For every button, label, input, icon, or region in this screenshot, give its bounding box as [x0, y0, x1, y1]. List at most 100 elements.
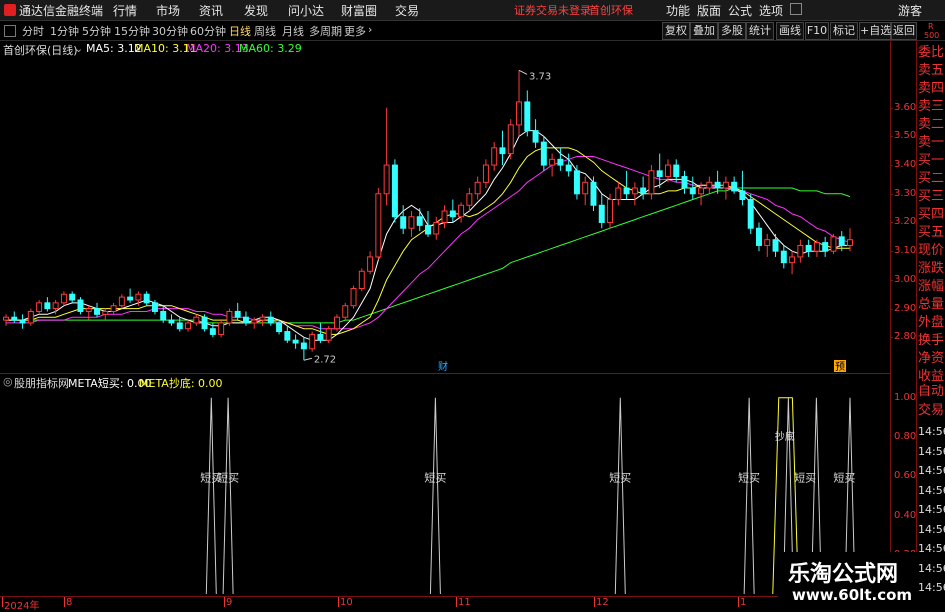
menu-function[interactable]: 功能: [666, 2, 690, 19]
menu-discover[interactable]: 发现: [244, 2, 268, 19]
candle[interactable]: [648, 165, 655, 200]
candle[interactable]: [780, 245, 787, 269]
candle[interactable]: [350, 285, 357, 309]
candle[interactable]: [524, 90, 531, 137]
candle[interactable]: [805, 239, 812, 257]
candle[interactable]: [60, 291, 67, 306]
menu-quote[interactable]: 行情: [113, 2, 137, 19]
candle[interactable]: [813, 239, 820, 257]
candle[interactable]: [482, 159, 489, 189]
tab-monthly[interactable]: 月线: [282, 23, 304, 39]
candle[interactable]: [466, 188, 473, 211]
multi-stock-button[interactable]: 多股: [718, 22, 746, 40]
candle[interactable]: [383, 107, 390, 206]
candle[interactable]: [300, 337, 307, 361]
price-chart[interactable]: 3.73 2.72 财 预: [0, 56, 890, 372]
indicator-chart[interactable]: 短买短买 短买 短买 短买 短买 短买抄底: [0, 388, 890, 596]
tab-more[interactable]: 更多: [344, 23, 366, 39]
candle[interactable]: [640, 176, 647, 200]
candle[interactable]: [193, 314, 200, 326]
tab-5min[interactable]: 5分钟: [82, 23, 111, 39]
candle[interactable]: [391, 159, 398, 223]
tab-intraday[interactable]: 分时: [22, 23, 44, 39]
candle[interactable]: [582, 176, 589, 206]
candle[interactable]: [408, 211, 415, 237]
candle[interactable]: [507, 119, 514, 160]
candle[interactable]: [267, 311, 274, 326]
candle[interactable]: [706, 176, 713, 194]
candle[interactable]: [615, 182, 622, 206]
candle[interactable]: [847, 228, 853, 252]
candle[interactable]: [358, 268, 365, 292]
candle[interactable]: [251, 317, 258, 329]
candle[interactable]: [69, 291, 76, 303]
candle[interactable]: [549, 153, 556, 177]
candle[interactable]: [590, 176, 597, 211]
candle[interactable]: [333, 314, 340, 332]
candle[interactable]: [168, 314, 175, 326]
candle[interactable]: [292, 334, 299, 349]
candle[interactable]: [284, 325, 291, 344]
candle[interactable]: [127, 288, 134, 303]
candle[interactable]: [234, 302, 241, 321]
candle[interactable]: [36, 299, 43, 315]
stats-button[interactable]: 统计: [746, 22, 774, 40]
menu-trade[interactable]: 交易: [395, 2, 419, 19]
candle[interactable]: [218, 320, 225, 338]
candle[interactable]: [540, 136, 547, 171]
candle[interactable]: [102, 308, 109, 321]
candle[interactable]: [491, 142, 498, 171]
add-watchlist-button[interactable]: +自选: [859, 22, 891, 40]
candle[interactable]: [714, 170, 721, 194]
candle[interactable]: [425, 211, 431, 237]
candle[interactable]: [731, 176, 738, 194]
candle[interactable]: [631, 182, 638, 206]
candle[interactable]: [118, 294, 125, 309]
candle[interactable]: [681, 170, 688, 194]
candle[interactable]: [755, 222, 762, 252]
candle[interactable]: [516, 70, 523, 137]
candle[interactable]: [325, 325, 332, 344]
back-button[interactable]: 返回: [891, 22, 917, 40]
candle[interactable]: [449, 199, 456, 223]
candle[interactable]: [94, 302, 101, 318]
candle[interactable]: [309, 331, 316, 352]
candle[interactable]: [656, 153, 663, 189]
candle[interactable]: [764, 233, 771, 257]
candle[interactable]: [598, 193, 605, 229]
candle[interactable]: [226, 308, 233, 326]
menu-formula[interactable]: 公式: [728, 2, 752, 19]
candle[interactable]: [673, 159, 680, 183]
adjust-button[interactable]: 复权: [662, 22, 690, 40]
candle[interactable]: [822, 236, 829, 257]
f10-button[interactable]: F10: [805, 22, 829, 40]
tab-1min[interactable]: 1分钟: [50, 23, 79, 39]
candle[interactable]: [789, 251, 796, 275]
candle[interactable]: [565, 153, 572, 177]
tab-15min[interactable]: 15分钟: [114, 23, 150, 39]
expand-chevron-icon[interactable]: ⌄: [74, 42, 83, 55]
candle[interactable]: [722, 176, 729, 200]
candle[interactable]: [110, 302, 117, 315]
candle[interactable]: [176, 317, 183, 332]
candle[interactable]: [664, 159, 671, 183]
candle[interactable]: [27, 308, 34, 326]
candle[interactable]: [441, 205, 448, 229]
candle[interactable]: [3, 314, 9, 326]
candle[interactable]: [797, 239, 804, 263]
layout-grid-icon[interactable]: [4, 25, 16, 37]
candle[interactable]: [44, 297, 51, 312]
login-status[interactable]: 证券交易未登录: [514, 2, 591, 18]
candle[interactable]: [458, 202, 465, 223]
candle[interactable]: [747, 193, 754, 234]
candle[interactable]: [499, 130, 506, 166]
tab-60min[interactable]: 60分钟: [190, 23, 226, 39]
guest-label[interactable]: 游客: [898, 2, 922, 19]
candle[interactable]: [623, 170, 630, 200]
indicator-settings-icon[interactable]: ◎: [3, 375, 13, 388]
candle[interactable]: [772, 233, 779, 257]
candle[interactable]: [367, 251, 374, 275]
forecast-marker[interactable]: 预: [835, 361, 845, 372]
candle[interactable]: [375, 188, 382, 260]
tab-weekly[interactable]: 周线: [254, 23, 276, 39]
